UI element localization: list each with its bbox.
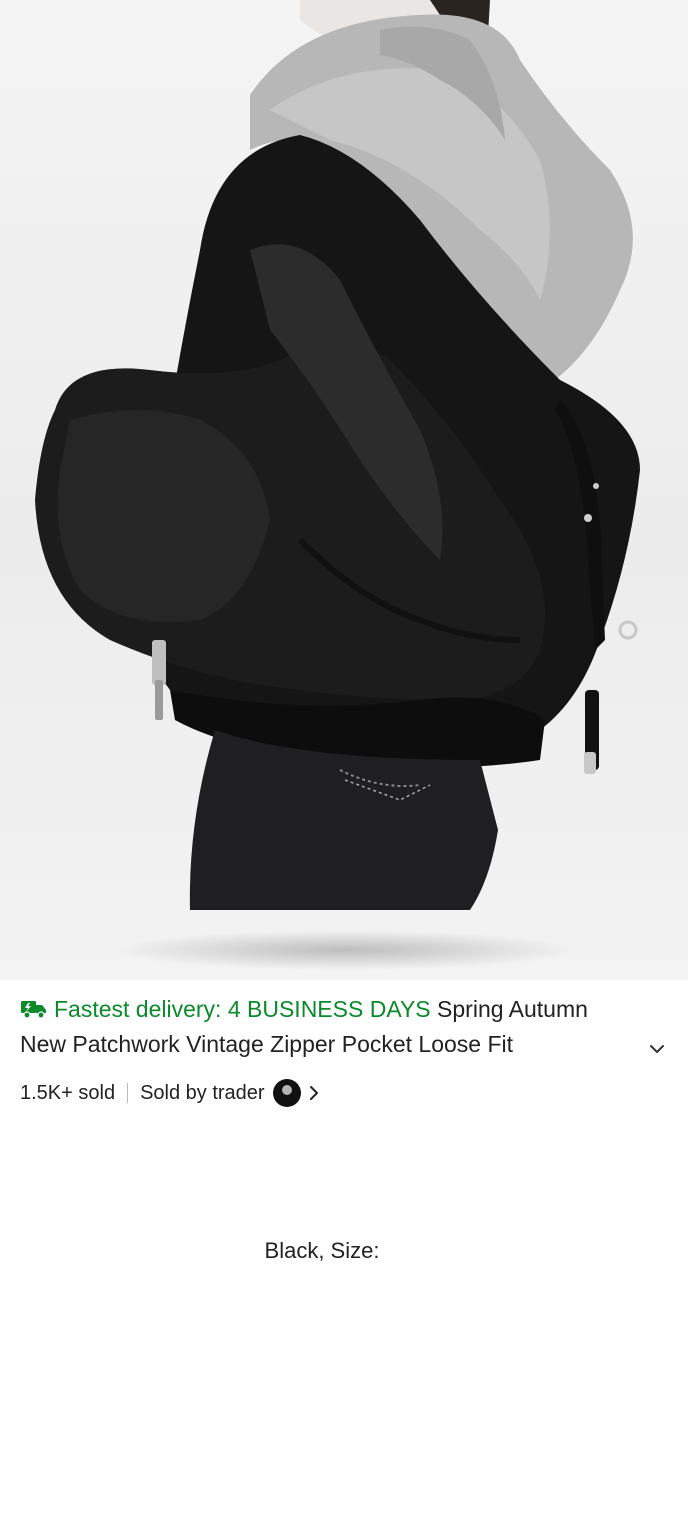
delivery-badge: Fastest delivery: 4 BUSINESS DAYS bbox=[54, 996, 431, 1022]
truck-icon bbox=[21, 1001, 46, 1019]
title-text-start: Spring Autumn bbox=[437, 996, 588, 1022]
product-shadow bbox=[110, 930, 580, 970]
sold-count: 1.5K+ sold bbox=[20, 1081, 116, 1104]
sold-by-link[interactable]: Sold by trader bbox=[140, 1082, 265, 1105]
seller-avatar[interactable] bbox=[272, 1079, 301, 1107]
title-fade bbox=[570, 1027, 640, 1062]
product-image[interactable] bbox=[0, 0, 688, 980]
divider bbox=[127, 1083, 129, 1103]
chevron-down-icon[interactable] bbox=[648, 1040, 666, 1058]
title-line-1: Fastest delivery: 4 BUSINESS DAYS Spring… bbox=[20, 992, 670, 1027]
selected-variant: Black, Size: bbox=[264, 1238, 380, 1263]
chevron-right-icon[interactable] bbox=[307, 1084, 321, 1102]
title-line-2: New Patchwork Vintage Zipper Pocket Loos… bbox=[20, 1027, 640, 1062]
seller-info-row: 1.5K+ sold Sold by trader bbox=[20, 1077, 321, 1109]
product-title[interactable]: Fastest delivery: 4 BUSINESS DAYS Spring… bbox=[20, 992, 670, 1062]
jacket-photo bbox=[35, 0, 641, 910]
title-text-continued: New Patchwork Vintage Zipper Pocket Loos… bbox=[20, 1031, 514, 1057]
